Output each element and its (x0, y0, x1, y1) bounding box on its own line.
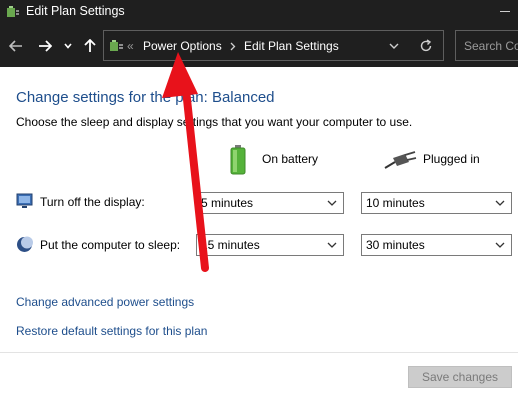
forward-button[interactable] (35, 35, 55, 57)
breadcrumb-power-options[interactable]: Power Options (143, 39, 222, 53)
address-bar[interactable]: « Power Options Edit Plan Settings (103, 30, 444, 61)
display-battery-value: 5 minutes (201, 196, 254, 210)
up-button[interactable] (80, 35, 100, 57)
search-box[interactable]: Search Co (455, 30, 518, 61)
sleep-plugged-value: 30 minutes (366, 238, 425, 252)
power-plug-icon (384, 151, 417, 169)
address-dropdown-icon[interactable] (389, 43, 399, 50)
forward-arrow-icon (39, 40, 52, 52)
chevron-down-icon (327, 200, 337, 206)
battery-icon (230, 145, 246, 175)
power-options-icon (7, 6, 19, 17)
refresh-icon[interactable] (419, 39, 433, 53)
back-arrow-icon (9, 40, 22, 52)
turn-off-display-label: Turn off the display: (40, 195, 145, 209)
restore-default-settings-link[interactable]: Restore default settings for this plan (16, 324, 207, 338)
breadcrumb-edit-plan-settings[interactable]: Edit Plan Settings (244, 39, 339, 53)
chevron-down-icon (495, 242, 505, 248)
display-plugged-select[interactable]: 10 minutes (361, 192, 512, 214)
back-button[interactable] (6, 35, 26, 57)
display-battery-select[interactable]: 5 minutes (196, 192, 344, 214)
breadcrumb-overflow[interactable]: « (127, 39, 134, 53)
sleep-moon-icon (17, 236, 33, 252)
display-plugged-value: 10 minutes (366, 196, 425, 210)
chevron-down-icon (495, 200, 505, 206)
page-heading: Change settings for the plan: Balanced (16, 89, 275, 106)
breadcrumb-chevron-icon (230, 42, 236, 51)
save-changes-button[interactable]: Save changes (408, 366, 512, 388)
minimize-button[interactable] (500, 11, 510, 12)
sleep-battery-select[interactable]: 15 minutes (196, 234, 344, 256)
sleep-battery-value: 15 minutes (201, 238, 260, 252)
search-placeholder: Search Co (464, 39, 518, 53)
chevron-down-icon (327, 242, 337, 248)
sleep-plugged-select[interactable]: 30 minutes (361, 234, 512, 256)
change-advanced-power-settings-link[interactable]: Change advanced power settings (16, 295, 194, 309)
window-title: Edit Plan Settings (26, 4, 125, 18)
plugged-in-label: Plugged in (423, 152, 480, 166)
control-panel-icon (110, 40, 123, 51)
put-computer-to-sleep-label: Put the computer to sleep: (40, 238, 181, 252)
recent-locations-button[interactable] (60, 35, 76, 57)
on-battery-label: On battery (262, 152, 319, 166)
title-bar: Edit Plan Settings (0, 0, 518, 25)
footer-divider (0, 352, 518, 353)
chevron-down-icon (64, 43, 72, 49)
display-icon (16, 193, 33, 208)
up-arrow-icon (84, 39, 96, 52)
page-description: Choose the sleep and display settings th… (16, 115, 413, 129)
